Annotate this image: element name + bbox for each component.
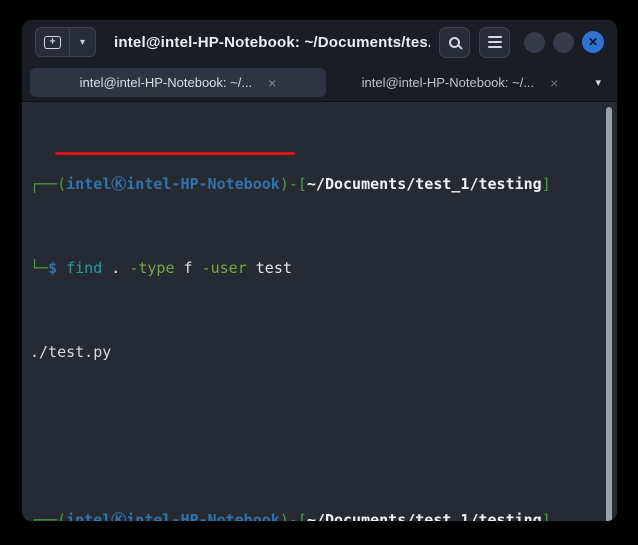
tab-close-icon[interactable]: × <box>550 76 558 90</box>
terminal-window: + ▾ intel@intel-HP-Notebook: ~/Documents… <box>22 20 617 521</box>
tab-terminal-1[interactable]: intel@intel-HP-Notebook: ~/... × <box>30 68 326 97</box>
command-line: └─$ find . -type f -user test <box>30 259 292 277</box>
red-annotation-underline <box>55 152 295 155</box>
minimize-button[interactable] <box>524 31 545 53</box>
titlebar: + ▾ intel@intel-HP-Notebook: ~/Documents… <box>22 20 617 64</box>
close-button[interactable]: ✕ <box>582 31 604 53</box>
chevron-down-icon: ▾ <box>79 36 86 48</box>
tab-bar: intel@intel-HP-Notebook: ~/... × intel@i… <box>22 64 617 102</box>
option-type: -type <box>129 259 175 277</box>
close-icon: ✕ <box>587 35 599 49</box>
chevron-down-icon: ▾ <box>595 77 601 89</box>
search-button[interactable] <box>439 26 470 58</box>
maximize-button[interactable] <box>553 31 574 53</box>
scrollbar-thumb[interactable] <box>606 107 612 521</box>
user-host: intelⓀintel-HP-Notebook <box>66 175 280 193</box>
window-controls: ✕ <box>524 31 604 53</box>
hamburger-menu-icon <box>487 36 502 48</box>
new-tab-split-button: + ▾ <box>35 27 96 57</box>
tab-label: intel@intel-HP-Notebook: ~/... <box>79 75 253 90</box>
new-tab-button[interactable]: + <box>36 28 70 56</box>
terminal-pane[interactable]: ┌──(intelⓀintel-HP-Notebook)-[~/Document… <box>22 102 617 521</box>
menu-button[interactable] <box>479 26 510 58</box>
user-host: intelⓀintel-HP-Notebook <box>66 511 280 521</box>
tab-terminal-2[interactable]: intel@intel-HP-Notebook: ~/... × <box>334 68 586 97</box>
cwd-path: ~/Documents/test_1/testing <box>306 511 542 521</box>
command-output: ./test.py <box>30 343 112 361</box>
window-title: intel@intel-HP-Notebook: ~/Documents/tes… <box>114 33 430 51</box>
new-tab-dropdown-button[interactable]: ▾ <box>70 28 95 56</box>
tab-list-dropdown[interactable]: ▾ <box>587 76 609 89</box>
new-tab-icon: + <box>44 35 61 49</box>
prompt-line-2: ┌──(intelⓀintel-HP-Notebook)-[~/Document… <box>30 510 603 521</box>
option-user: -user <box>201 259 247 277</box>
search-icon <box>449 36 460 48</box>
prompt-line-1: ┌──(intelⓀintel-HP-Notebook)-[~/Document… <box>30 175 551 193</box>
tab-close-icon[interactable]: × <box>268 76 276 90</box>
tab-label: intel@intel-HP-Notebook: ~/... <box>361 75 535 90</box>
cwd-path: ~/Documents/test_1/testing <box>306 175 542 193</box>
command-find: find <box>57 259 103 277</box>
